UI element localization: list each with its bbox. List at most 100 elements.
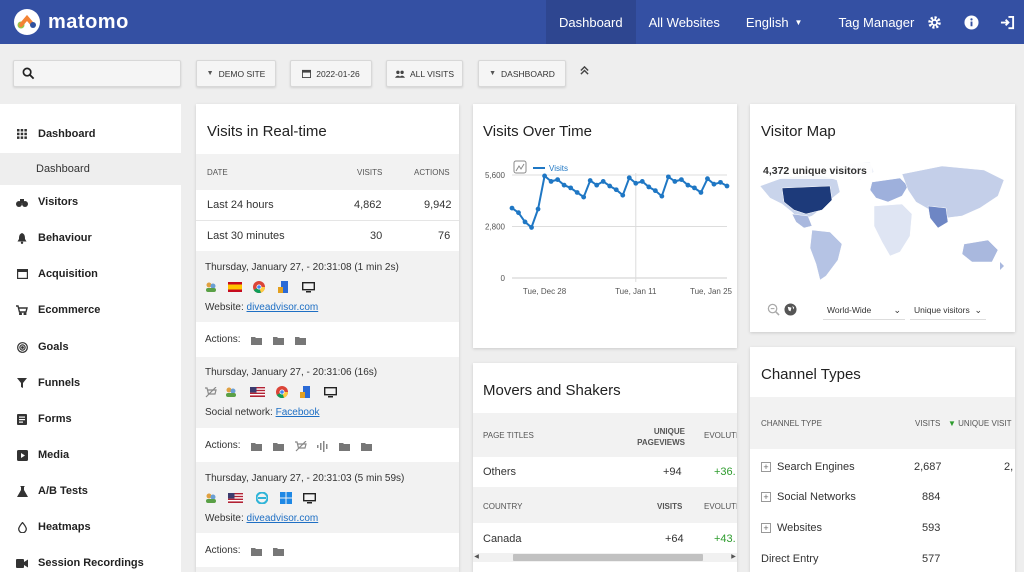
data-point[interactable] xyxy=(522,219,528,225)
data-point[interactable] xyxy=(548,179,554,184)
data-point[interactable] xyxy=(652,188,658,194)
data-point[interactable] xyxy=(698,190,704,195)
sidebar-item-media[interactable]: Media xyxy=(0,439,181,471)
data-point[interactable] xyxy=(529,225,534,230)
dashboard-selector[interactable]: ▼ DASHBOARD xyxy=(478,60,566,87)
data-point[interactable] xyxy=(581,194,587,200)
folder-icon[interactable] xyxy=(273,336,284,348)
data-point[interactable] xyxy=(555,177,561,182)
table-row[interactable]: + Social Networks xyxy=(761,491,856,503)
zoom-out-icon[interactable] xyxy=(767,303,780,319)
sidebar-item-funnels[interactable]: Funnels xyxy=(0,367,181,399)
folder-icon[interactable] xyxy=(361,442,372,454)
visitor-profile-icon[interactable] xyxy=(225,386,237,401)
sidebar-item-acquisition[interactable]: Acquisition xyxy=(0,258,181,290)
data-point[interactable] xyxy=(633,180,639,186)
scroll-right-icon[interactable]: ▶ xyxy=(730,553,737,562)
visitor-profile-icon[interactable] xyxy=(205,281,217,296)
sidebar-item-goals[interactable]: Goals xyxy=(0,331,181,363)
data-point[interactable] xyxy=(542,173,547,179)
scrollbar-thumb[interactable] xyxy=(513,554,703,561)
search-input[interactable] xyxy=(13,60,181,87)
data-point[interactable] xyxy=(607,183,613,189)
data-point[interactable] xyxy=(561,182,567,188)
source-link[interactable]: diveadvisor.com xyxy=(247,513,319,524)
sidebar-item-ecommerce[interactable]: Ecommerce xyxy=(0,294,181,326)
source-link[interactable]: diveadvisor.com xyxy=(247,302,319,313)
data-point[interactable] xyxy=(705,176,710,182)
data-point[interactable] xyxy=(685,182,691,188)
map-metric-value: Unique visitors xyxy=(914,305,970,315)
nav-dashboard[interactable]: Dashboard xyxy=(546,0,636,44)
data-point[interactable] xyxy=(718,179,723,185)
date-picker[interactable]: 2022-01-26 xyxy=(290,60,372,87)
visits-line-chart[interactable]: Visits 5,600 2,800 0 Tue, Dec 28 Tue, Jan 11… xyxy=(473,154,737,348)
no-cart-icon[interactable] xyxy=(295,440,307,455)
expand-icon[interactable]: + xyxy=(761,492,771,502)
scroll-left-icon[interactable]: ◀ xyxy=(473,553,480,562)
data-point[interactable] xyxy=(639,179,645,184)
sidebar-item-visitors[interactable]: Visitors xyxy=(0,186,181,218)
source-link[interactable]: Facebook xyxy=(276,407,320,418)
sidebar-item-dashboard[interactable]: Dashboard xyxy=(0,118,181,150)
data-point[interactable] xyxy=(665,174,671,180)
data-point[interactable] xyxy=(568,185,574,191)
audio-icon[interactable] xyxy=(317,441,329,455)
data-point[interactable] xyxy=(574,190,580,195)
segment-selector[interactable]: ALL VISITS xyxy=(386,60,463,87)
table-row[interactable]: + Websites xyxy=(761,522,822,534)
target-icon xyxy=(15,341,29,353)
caret-down-icon: ▼ xyxy=(794,17,803,27)
data-point[interactable] xyxy=(600,179,606,184)
folder-icon[interactable] xyxy=(295,336,306,348)
sidebar-item-forms[interactable]: Forms xyxy=(0,403,181,435)
data-point[interactable] xyxy=(672,179,678,184)
folder-icon[interactable] xyxy=(339,442,350,454)
data-point[interactable] xyxy=(594,182,600,188)
folder-icon[interactable] xyxy=(251,442,262,454)
data-point[interactable] xyxy=(626,175,632,181)
data-point[interactable] xyxy=(659,193,665,199)
data-point[interactable] xyxy=(724,183,730,189)
data-point[interactable] xyxy=(646,184,652,190)
site-selector[interactable]: ▼ DEMO SITE xyxy=(196,60,276,87)
data-point[interactable] xyxy=(587,178,593,183)
matomo-logo[interactable]: matomo xyxy=(14,9,129,35)
folder-icon[interactable] xyxy=(251,547,262,559)
sidebar-item-ab-tests[interactable]: A/B Tests xyxy=(0,475,181,507)
visit-source: Website: diveadvisor.com xyxy=(205,302,318,313)
folder-icon[interactable] xyxy=(251,336,262,348)
table-row[interactable]: + Search Engines xyxy=(761,461,855,473)
help-icon[interactable] xyxy=(961,12,981,32)
folder-icon[interactable] xyxy=(273,547,284,559)
nav-all-websites[interactable]: All Websites xyxy=(636,0,733,44)
data-point[interactable] xyxy=(516,210,521,216)
data-point[interactable] xyxy=(692,185,697,191)
gear-icon[interactable] xyxy=(924,12,944,32)
data-point[interactable] xyxy=(535,206,541,212)
nav-language[interactable]: English ▼ xyxy=(733,0,816,44)
collapse-icon[interactable] xyxy=(580,65,589,78)
sidebar-subitem-dashboard[interactable]: Dashboard xyxy=(0,153,181,185)
expand-icon[interactable]: + xyxy=(761,462,771,472)
globe-icon[interactable] xyxy=(784,303,797,319)
data-point[interactable] xyxy=(620,192,626,198)
col-unique-visitors[interactable]: ▼ UNIQUE VISIT xyxy=(948,419,1012,428)
sidebar-item-behaviour[interactable]: Behaviour xyxy=(0,222,181,254)
data-point[interactable] xyxy=(509,205,515,211)
sidebar-item-session-recordings[interactable]: Session Recordings xyxy=(0,547,181,572)
visitor-profile-icon[interactable] xyxy=(205,492,217,507)
map-region-select[interactable]: World-Wide ⌄ xyxy=(823,301,905,320)
sidebar-item-heatmaps[interactable]: Heatmaps xyxy=(0,511,181,543)
data-point[interactable] xyxy=(613,187,619,193)
sign-out-icon[interactable] xyxy=(997,12,1017,32)
chevron-down-icon: ⌄ xyxy=(893,304,901,315)
data-point[interactable] xyxy=(711,181,717,187)
horizontal-scrollbar[interactable]: ◀ ▶ xyxy=(473,553,737,562)
expand-icon[interactable]: + xyxy=(761,523,771,533)
folder-icon[interactable] xyxy=(273,442,284,454)
row-label[interactable]: Direct Entry xyxy=(761,553,818,565)
data-point[interactable] xyxy=(678,177,684,182)
map-metric-select[interactable]: Unique visitors ⌄ xyxy=(910,301,986,320)
nav-tag-manager[interactable]: Tag Manager xyxy=(825,0,927,44)
